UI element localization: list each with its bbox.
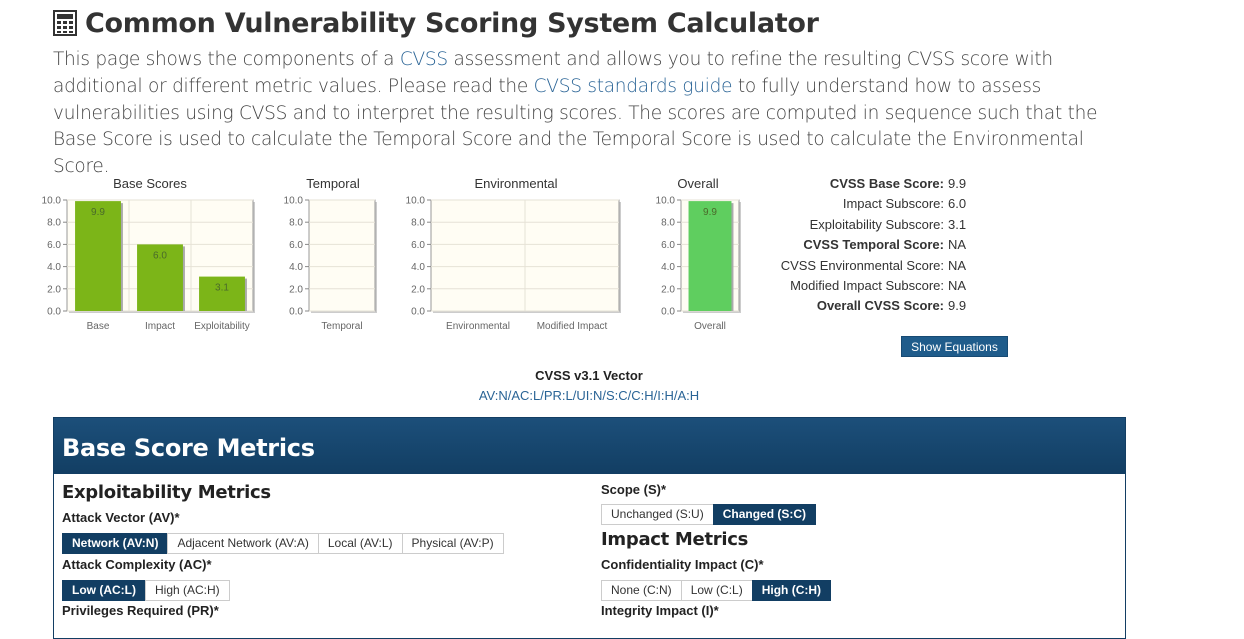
- s-option-button[interactable]: Unchanged (S:U): [601, 504, 714, 525]
- environmental-y-tick-label: 0.0: [411, 307, 425, 318]
- temporal-x-tick-label: Temporal: [321, 321, 362, 332]
- base-scores-x-tick-label: Impact: [145, 321, 175, 332]
- score-row: CVSS Base Score: 9.9: [760, 174, 966, 194]
- score-row: Modified Impact Subscore: NA: [760, 276, 966, 296]
- overall-chart-title: Overall: [677, 176, 718, 191]
- temporal-y-tick-label: 8.0: [289, 218, 303, 229]
- score-row: Overall CVSS Score: 9.9: [760, 296, 966, 316]
- vector-label: CVSS v3.1 Vector: [535, 368, 643, 383]
- environmental-x-tick-label: Modified Impact: [537, 321, 608, 332]
- base-scores-y-tick-label: 10.0: [42, 196, 62, 207]
- ac-option-button[interactable]: High (AC:H): [144, 580, 230, 601]
- s-option-button[interactable]: Changed (S:C): [712, 504, 817, 525]
- temporal-y-tick-label: 10.0: [284, 196, 304, 207]
- score-value: NA: [948, 237, 967, 253]
- overall-y-tick-label: 8.0: [661, 218, 675, 229]
- score-value: NA: [948, 257, 967, 273]
- score-row: Impact Subscore: 6.0: [760, 194, 966, 214]
- overall-y-tick-label: 0.0: [661, 307, 675, 318]
- score-label: Overall CVSS Score:: [816, 298, 944, 314]
- score-label: CVSS Temporal Score:: [803, 237, 944, 253]
- temporal-chart-title: Temporal: [306, 176, 360, 191]
- base-scores-y-tick-label: 0.0: [47, 307, 61, 318]
- base-scores-x-tick-label: Exploitability: [194, 321, 250, 332]
- environmental-y-tick-label: 2.0: [411, 284, 425, 295]
- integrity-impact-label: Integrity Impact (I)*: [601, 603, 719, 618]
- scope-label: Scope (S)*: [601, 482, 667, 497]
- temporal-y-tick-label: 0.0: [289, 307, 303, 318]
- score-label: CVSS Base Score:: [829, 176, 944, 191]
- attack-vector-options: Network (AV:N) Adjacent Network (AV:A) Loc…: [62, 533, 504, 554]
- score-charts: Base Scores 0.0 2.0 4.0 6.0 8.0 10.0 Base 9.9 Imp…: [42, 176, 741, 332]
- score-label: CVSS Environmental Score:: [780, 257, 944, 273]
- score-row: CVSS Temporal Score: NA: [760, 235, 966, 255]
- environmental-y-tick-label: 6.0: [411, 240, 425, 251]
- score-row: CVSS Environmental Score: NA: [760, 256, 966, 276]
- base-scores-x-tick-label: Base: [87, 321, 110, 332]
- temporal-y-tick-label: 6.0: [289, 240, 303, 251]
- score-value: 3.1: [948, 216, 967, 232]
- base-scores-bar-value-label: 6.0: [153, 250, 167, 261]
- av-option-button[interactable]: Network (AV:N): [62, 533, 169, 554]
- temporal-y-tick-label: 2.0: [289, 284, 303, 295]
- attack-vector-label: Attack Vector (AV)*: [62, 510, 180, 525]
- score-label: Modified Impact Subscore:: [790, 277, 944, 293]
- temporal-plot-area: [308, 199, 376, 312]
- c-option-button[interactable]: None (C:N): [601, 580, 682, 601]
- base-scores-chart-title: Base Scores: [113, 176, 187, 191]
- vector-string-link[interactable]: AV:N/AC:L/PR:L/UI:N/S:C/C:H/I:H/A:H: [439, 388, 739, 403]
- environmental-y-tick-label: 4.0: [411, 262, 425, 273]
- environmental-y-tick-label: 10.0: [406, 196, 426, 207]
- score-value: 9.9: [948, 298, 967, 314]
- scope-options: Unchanged (S:U) Changed (S:C): [601, 504, 817, 525]
- av-option-button[interactable]: Physical (AV:P): [401, 533, 504, 554]
- base-scores-y-tick-label: 8.0: [47, 218, 61, 229]
- privileges-required-label: Privileges Required (PR)*: [62, 603, 219, 618]
- overall-y-tick-label: 2.0: [661, 284, 675, 295]
- score-value: 6.0: [948, 196, 967, 212]
- attack-complexity-options: Low (AC:L) High (AC:H): [62, 580, 230, 601]
- overall-y-tick-label: 6.0: [661, 240, 675, 251]
- c-option-button[interactable]: High (C:H): [751, 580, 832, 601]
- overall-y-tick-label: 10.0: [656, 196, 676, 207]
- confidentiality-impact-label: Confidentiality Impact (C)*: [601, 557, 764, 572]
- av-option-button[interactable]: Adjacent Network (AV:A): [167, 533, 319, 554]
- environmental-y-tick-label: 8.0: [411, 218, 425, 229]
- base-scores-y-tick-label: 2.0: [47, 284, 61, 295]
- score-label: Impact Subscore:: [842, 196, 944, 212]
- score-label: Exploitability Subscore:: [809, 216, 944, 232]
- c-option-button[interactable]: Low (C:L): [680, 580, 753, 601]
- temporal-y-tick-label: 4.0: [289, 262, 303, 273]
- score-row: Exploitability Subscore: 3.1: [760, 215, 966, 235]
- show-equations-button[interactable]: Show Equations: [901, 336, 1008, 357]
- overall-bar-value-label: 9.9: [703, 207, 717, 218]
- score-summary: CVSS Base Score: 9.9 Impact Subscore: 6.0 Ex…: [760, 174, 966, 317]
- overall-x-tick-label: Overall: [694, 321, 726, 332]
- attack-complexity-label: Attack Complexity (AC)*: [62, 557, 212, 572]
- base-scores-bar-value-label: 9.9: [91, 207, 105, 218]
- ac-option-button[interactable]: Low (AC:L): [62, 580, 146, 601]
- base-scores-y-tick-label: 4.0: [47, 262, 61, 273]
- base-scores-y-tick-label: 6.0: [47, 240, 61, 251]
- base-scores-bar-value-label: 3.1: [215, 283, 229, 294]
- panel-title: Base Score Metrics: [54, 418, 1125, 474]
- impact-metrics-heading: Impact Metrics: [601, 529, 748, 550]
- overall-y-tick-label: 4.0: [661, 262, 675, 273]
- exploitability-metrics-heading: Exploitability Metrics: [62, 482, 271, 503]
- score-value: 9.9: [948, 176, 967, 191]
- score-value: NA: [948, 277, 967, 293]
- environmental-x-tick-label: Environmental: [446, 321, 510, 332]
- environmental-chart-title: Environmental: [474, 176, 557, 191]
- confidentiality-impact-options: None (C:N) Low (C:L) High (C:H): [601, 580, 832, 601]
- av-option-button[interactable]: Local (AV:L): [317, 533, 403, 554]
